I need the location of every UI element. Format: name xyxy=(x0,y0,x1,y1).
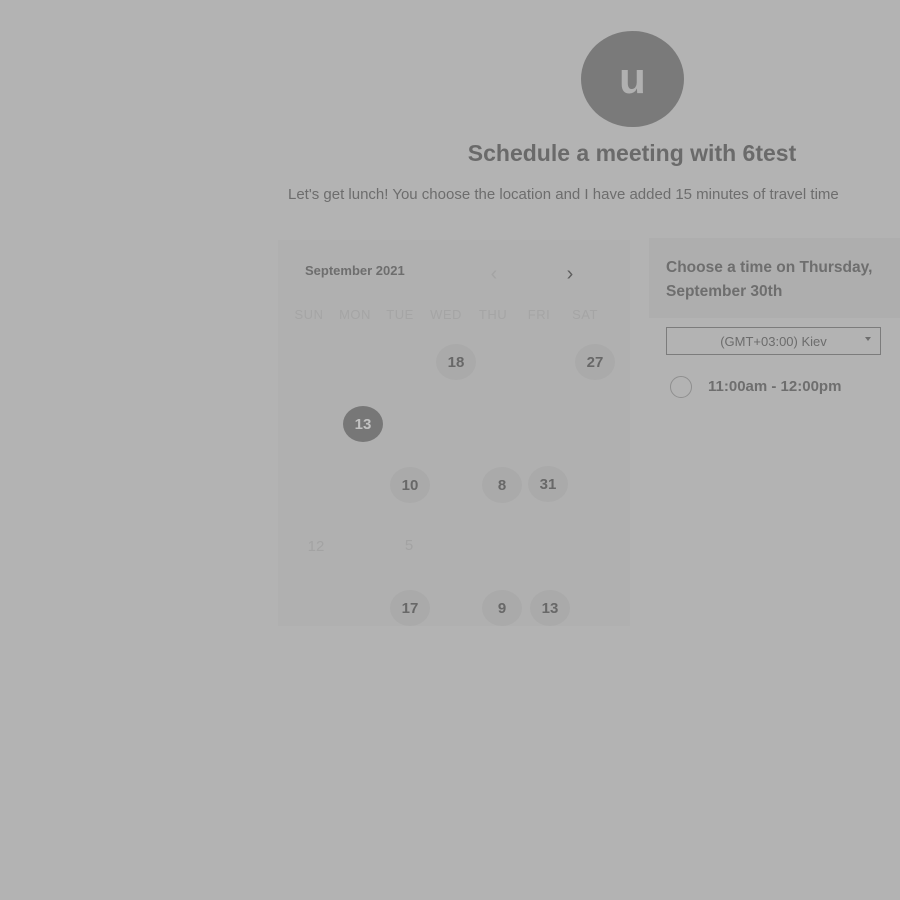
calendar-day[interactable]: 13 xyxy=(530,590,570,626)
calendar-panel xyxy=(278,240,630,626)
time-slot-radio[interactable] xyxy=(670,376,692,398)
weekday-fri: FRI xyxy=(527,307,551,322)
weekday-tue: TUE xyxy=(386,307,414,322)
calendar-day[interactable]: 27 xyxy=(575,344,615,380)
avatar: u xyxy=(581,31,684,127)
timezone-value: (GMT+03:00) Kiev xyxy=(720,333,827,349)
calendar-day[interactable]: 9 xyxy=(482,590,522,626)
calendar-day[interactable]: 18 xyxy=(436,344,476,380)
weekday-sun: SUN xyxy=(294,307,324,322)
timezone-select[interactable]: (GMT+03:00) Kiev xyxy=(666,327,881,355)
chevron-right-icon: › xyxy=(566,263,574,285)
weekday-sat: SAT xyxy=(572,307,598,322)
next-month-button[interactable]: › xyxy=(559,263,581,285)
weekday-mon: MON xyxy=(339,307,371,322)
scheduling-page: u Schedule a meeting with 6test Let's ge… xyxy=(0,0,900,900)
calendar-day[interactable]: 31 xyxy=(528,466,568,502)
calendar-month-label: September 2021 xyxy=(305,263,405,278)
calendar-day[interactable]: 10 xyxy=(390,467,430,503)
caret-down-icon xyxy=(865,337,871,341)
calendar-day[interactable]: 17 xyxy=(390,590,430,626)
time-slot-label[interactable]: 11:00am - 12:00pm xyxy=(708,378,841,395)
weekday-wed: WED xyxy=(430,307,462,322)
chevron-left-icon: ‹ xyxy=(490,263,498,285)
previous-month-button[interactable]: ‹ xyxy=(483,263,505,285)
page-title: Schedule a meeting with 6test xyxy=(467,140,797,166)
page-subtitle: Let's get lunch! You choose the location… xyxy=(288,186,839,203)
calendar-day-unavailable: 12 xyxy=(307,537,325,555)
weekday-thu: THU xyxy=(478,307,508,322)
calendar-day-selected[interactable]: 13 xyxy=(343,406,383,442)
calendar-day-unavailable: 5 xyxy=(404,536,414,554)
avatar-initial: u xyxy=(619,54,646,103)
calendar-day[interactable]: 8 xyxy=(482,467,522,503)
time-picker-heading: Choose a time on Thursday, September 30t… xyxy=(666,259,873,300)
